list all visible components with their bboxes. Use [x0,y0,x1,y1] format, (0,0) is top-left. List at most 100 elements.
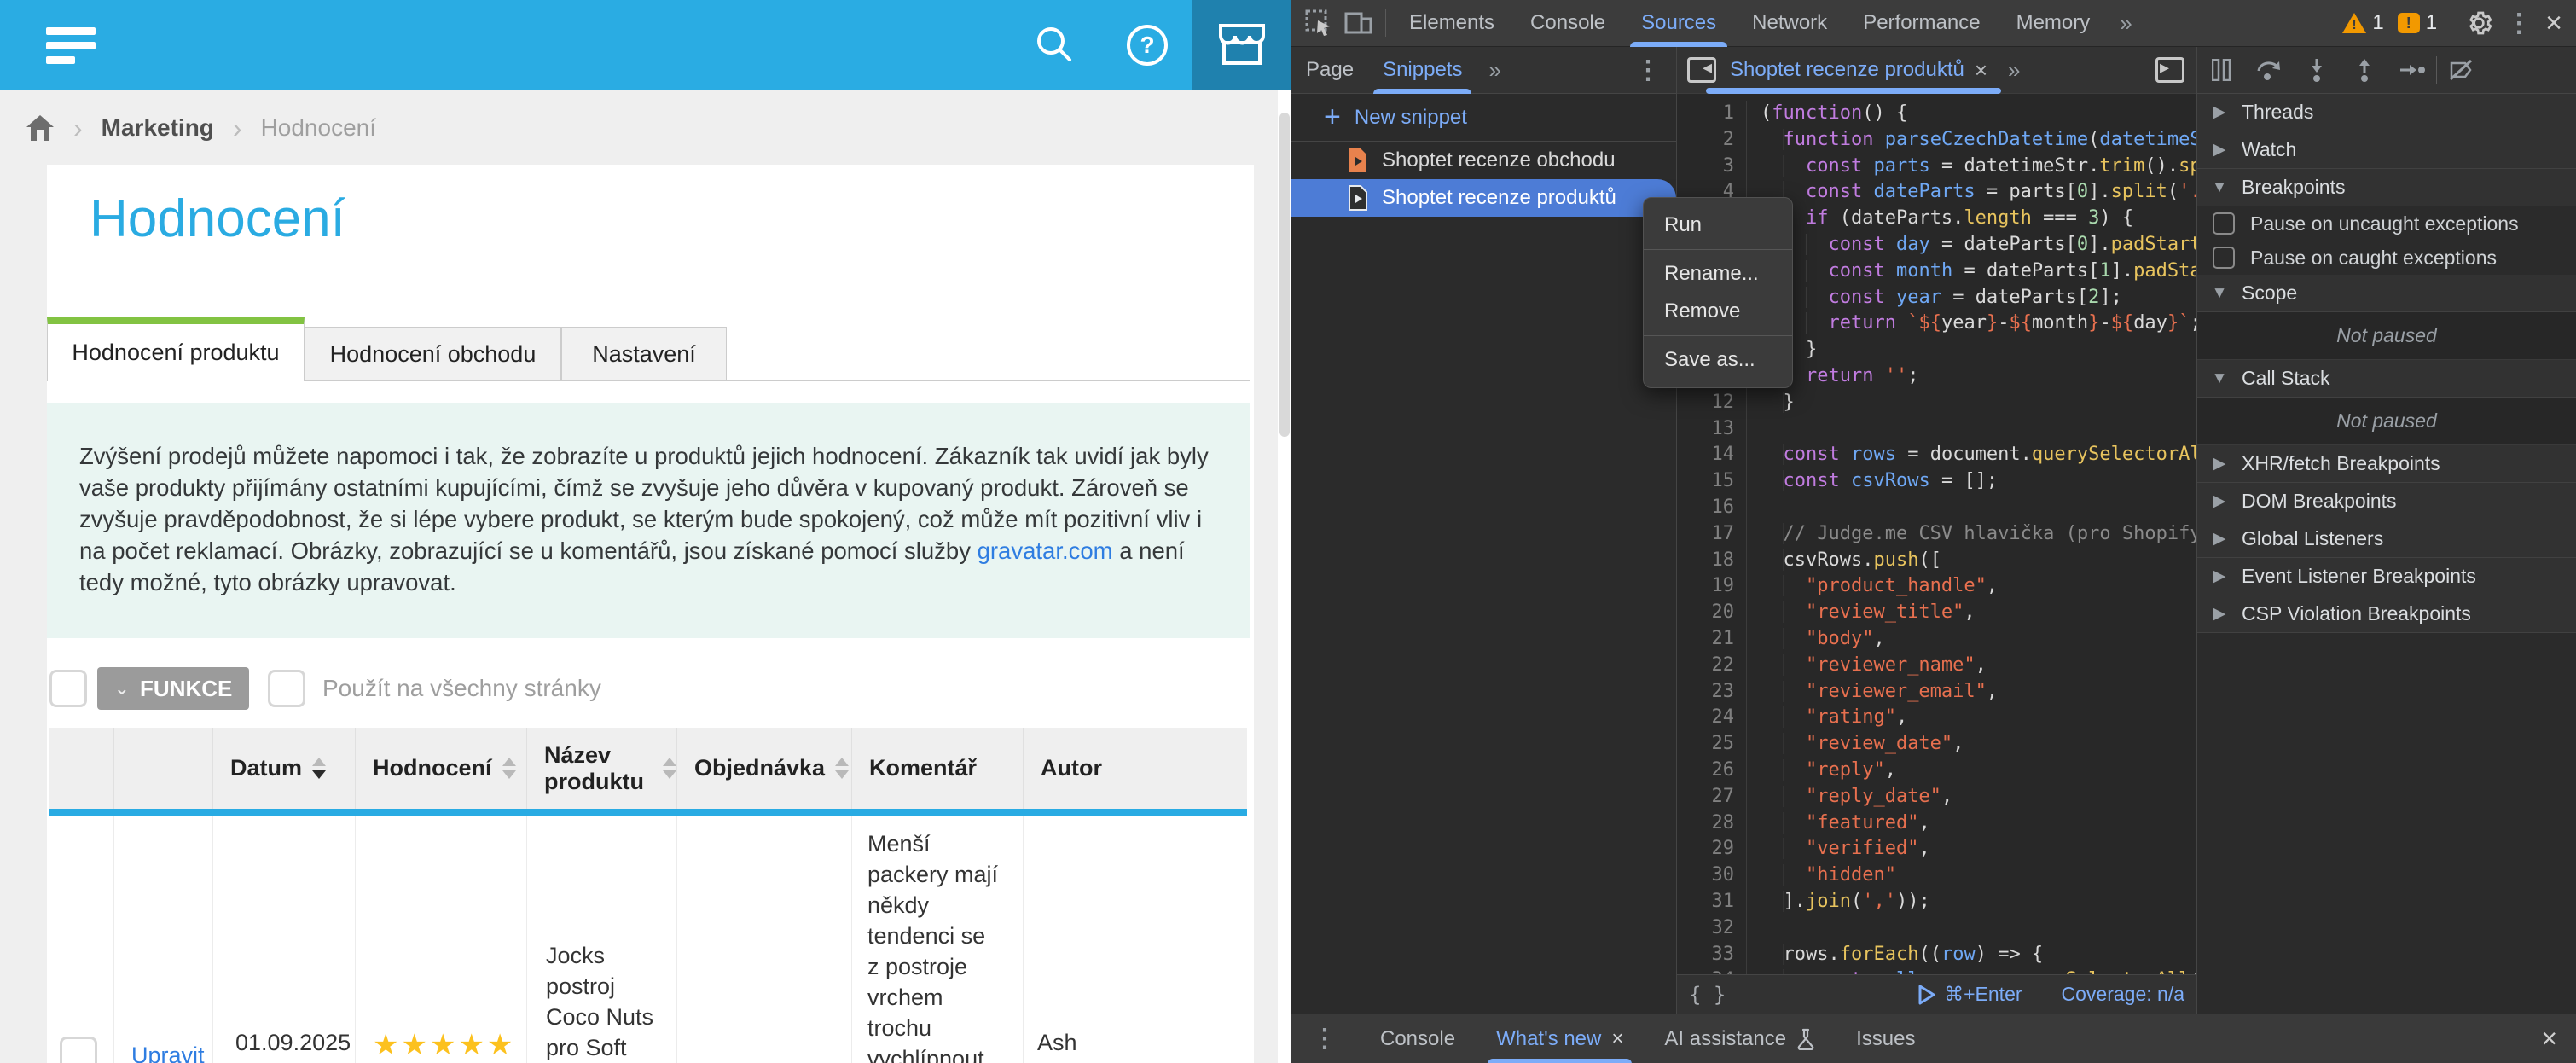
select-all-checkbox[interactable] [49,670,87,707]
line-number: 33 [1677,942,1746,968]
help-icon[interactable]: ? [1113,0,1181,90]
navigator-menu-icon[interactable]: ⋮ [1635,55,1676,85]
coverage-link[interactable]: Coverage: n/a [2062,983,2184,1006]
more-editor-tabs-icon[interactable]: » [1996,57,2030,84]
gear-icon[interactable] [2465,9,2492,37]
menu-icon[interactable] [46,27,96,61]
devtools-tab-memory[interactable]: Memory [1999,0,2109,47]
checkbox[interactable] [2213,247,2235,269]
column-header-objedn-vka[interactable]: Objednávka [676,728,851,809]
inspect-element-icon[interactable] [1305,9,1332,37]
device-toolbar-icon[interactable] [1344,10,1373,36]
home-icon[interactable] [26,114,55,142]
code-line: 21 "body", [1677,626,2196,653]
sort-arrows-icon[interactable] [312,758,326,779]
sidebar-section-dom-breakpoints[interactable]: ▶DOM Breakpoints [2197,483,2576,520]
editor-tab-active[interactable]: Shoptet recenze produktů × [1721,47,1996,94]
run-snippet-button[interactable]: ⌘+Enter [1918,983,2022,1006]
issues-badge[interactable]: !1 [2398,11,2437,35]
step-into-icon[interactable] [2293,47,2341,94]
close-icon[interactable]: × [1611,1027,1623,1051]
column-header-n-zev-produktu[interactable]: Název produktu [526,728,676,809]
step-over-icon[interactable] [2245,47,2293,94]
search-icon[interactable] [1020,0,1088,90]
column-header-autor[interactable]: Autor [1023,728,1247,809]
sort-arrows-icon[interactable] [835,758,849,779]
sidebar-section-event-listener-breakpoints[interactable]: ▶Event Listener Breakpoints [2197,558,2576,595]
code-line: 22 "reviewer_name", [1677,653,2196,679]
code-line-content [1746,495,2196,521]
context-menu-item-rename[interactable]: Rename... [1644,255,1792,293]
sidebar-section-scope[interactable]: ▼Scope [2197,275,2576,312]
pause-script-icon[interactable] [2197,47,2245,94]
tab-hodnoceni-obchodu[interactable]: Hodnocení obchodu [305,327,561,381]
code-line-content: "verified", [1746,836,2196,863]
tab-nastaveni[interactable]: Nastavení [561,327,727,381]
funkce-button[interactable]: ⌄FUNKCE [97,667,249,710]
sidebar-section-global-listeners[interactable]: ▶Global Listeners [2197,520,2576,558]
code-line: 32 [1677,915,2196,942]
devtools-tab-console[interactable]: Console [1512,0,1623,47]
devtools-tab-sources[interactable]: Sources [1623,0,1734,47]
drawer-tab-ai-assistance[interactable]: AI assistance [1644,1014,1836,1063]
row-comment-cell: Menší packery mají někdy tendenci se z p… [851,816,1023,1063]
step-out-icon[interactable] [2341,47,2388,94]
drawer-tab-issues[interactable]: Issues [1836,1014,1935,1063]
drawer-menu-icon[interactable]: ⋮ [1291,1024,1360,1054]
sort-arrows-icon[interactable] [502,758,516,779]
tab-hodnoceni-produktu[interactable]: Hodnocení produktu [47,317,305,381]
sidebar-section-threads[interactable]: ▶Threads [2197,94,2576,131]
column-header-koment[interactable]: Komentář [851,728,1023,809]
column-header-datum[interactable]: Datum [212,728,355,809]
close-tab-icon[interactable]: × [1975,57,1987,84]
collapse-navigator-icon[interactable] [1687,57,1716,83]
store-button[interactable] [1192,0,1291,90]
devtools-close-icon[interactable]: × [2545,9,2562,38]
more-navigator-tabs-icon[interactable]: » [1477,57,1511,84]
sort-arrows-icon[interactable] [663,758,676,779]
pretty-print-icon[interactable]: { } [1677,983,1726,1007]
code-line-content: "review_date", [1746,731,2196,758]
sidebar-section-watch[interactable]: ▶Watch [2197,131,2576,169]
context-menu-item-save-as[interactable]: Save as... [1644,341,1792,379]
devtools-tab-elements[interactable]: Elements [1391,0,1512,47]
snippet-item-shoptet-recenze-obchodu[interactable]: Shoptet recenze obchodu [1291,142,1676,179]
context-menu-item-remove[interactable]: Remove [1644,293,1792,330]
sidebar-section-breakpoints[interactable]: ▼Breakpoints [2197,169,2576,206]
line-number: 2 [1677,127,1746,154]
code-line-content [1746,416,2196,443]
sidebar-section-csp-violation-breakpoints[interactable]: ▶CSP Violation Breakpoints [2197,595,2576,633]
deactivate-breakpoints-icon[interactable] [2437,47,2485,94]
devtools-tab-network[interactable]: Network [1734,0,1845,47]
column-header-hodnocen[interactable]: Hodnocení [355,728,526,809]
tab-page[interactable]: Page [1291,47,1368,94]
edit-link[interactable]: Upravit [131,1043,205,1063]
drawer-tab-console[interactable]: Console [1360,1014,1476,1063]
gravatar-link[interactable]: gravatar.com [978,537,1113,564]
drawer-tab-what-s-new[interactable]: What's new× [1476,1014,1644,1063]
step-icon[interactable] [2388,47,2436,94]
row-checkbox[interactable] [60,1037,97,1063]
more-tabs-icon[interactable]: » [2108,10,2142,37]
checkbox[interactable] [2213,212,2235,235]
breadcrumb-marketing[interactable]: Marketing [102,114,214,142]
scrollbar-thumb[interactable] [1279,113,1290,437]
sidebar-section-xhr-fetch-breakpoints[interactable]: ▶XHR/fetch Breakpoints [2197,445,2576,483]
page-scrollbar[interactable] [1278,90,1291,1063]
drawer-close-icon[interactable]: × [2541,1023,2576,1054]
sidebar-section-call-stack[interactable]: ▼Call Stack [2197,360,2576,398]
tab-snippets[interactable]: Snippets [1368,47,1477,94]
disclosure-triangle-icon: ▶ [2197,454,2242,473]
snippet-item-shoptet-recenze-produkt[interactable]: Shoptet recenze produktů [1291,179,1676,217]
toggle-debugger-sidebar-icon[interactable] [2155,57,2184,83]
warnings-badge[interactable]: !1 [2342,11,2383,35]
line-number: 21 [1677,626,1746,653]
devtools-menu-icon[interactable]: ⋮ [2506,9,2532,38]
devtools-tab-performance[interactable]: Performance [1845,0,1998,47]
line-number: 3 [1677,154,1746,180]
new-snippet-button[interactable]: + New snippet [1291,94,1676,142]
row-edit-cell: Upravit [113,816,212,1063]
line-number: 29 [1677,836,1746,863]
apply-all-checkbox[interactable] [268,670,305,707]
context-menu-item-run[interactable]: Run [1644,206,1792,244]
